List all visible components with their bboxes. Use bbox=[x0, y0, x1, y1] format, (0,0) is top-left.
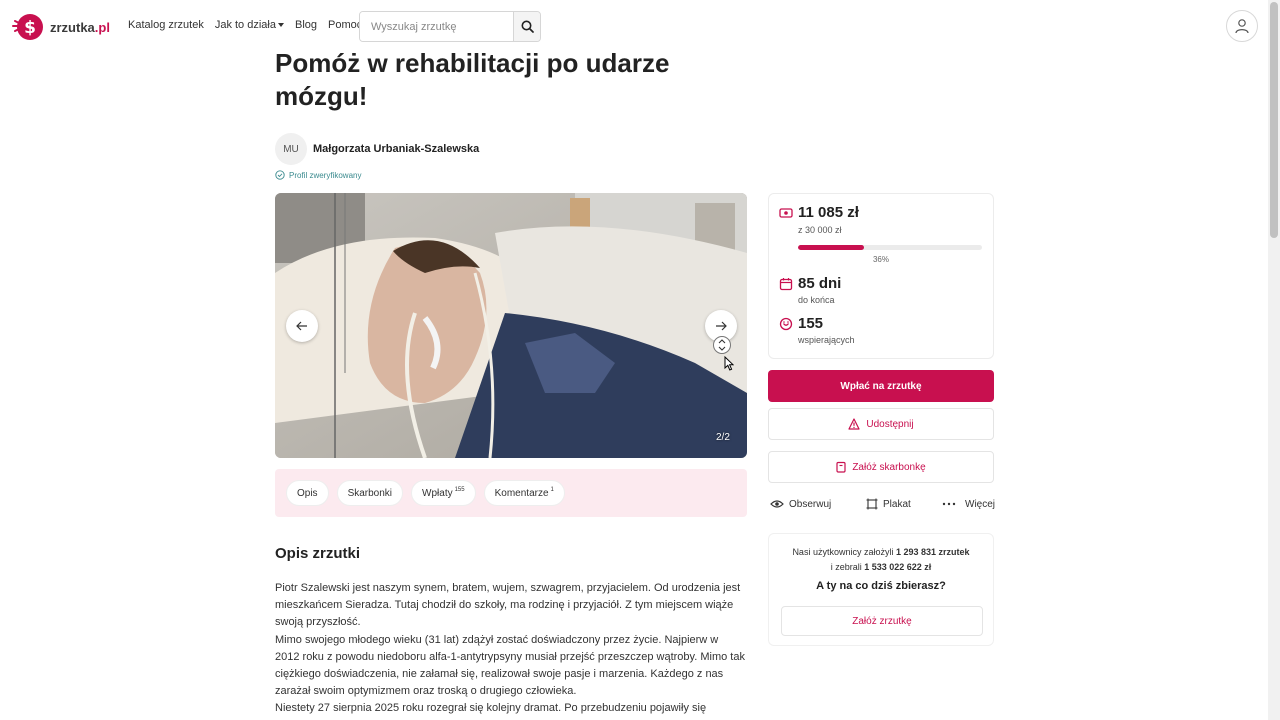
nav-help[interactable]: Pomoc bbox=[328, 19, 362, 31]
supporters-icon bbox=[779, 317, 793, 330]
supporters-label: wspierających bbox=[798, 335, 855, 345]
description-heading: Opis zrzutki bbox=[275, 545, 361, 562]
donate-button[interactable]: Wpłać na zrzutkę bbox=[768, 370, 994, 402]
check-circle-icon bbox=[275, 170, 285, 180]
follow-button[interactable]: Obserwuj bbox=[770, 498, 866, 510]
days-label: do końca bbox=[798, 295, 835, 305]
more-button[interactable]: Więcej bbox=[942, 498, 995, 510]
eye-icon bbox=[770, 500, 784, 508]
top-navbar: $ zrzutka.pl Katalog zrzutek Jak to dzia… bbox=[0, 0, 1268, 54]
search-icon bbox=[521, 20, 534, 33]
progress-bar bbox=[798, 245, 982, 250]
create-piggy-bank-button[interactable]: Załóż skarbonkę bbox=[768, 451, 994, 483]
logo-icon: $ bbox=[10, 12, 46, 42]
arrow-right-icon bbox=[716, 321, 727, 331]
secondary-actions: Obserwuj Plakat Więcej bbox=[770, 498, 996, 510]
mouse-cursor-icon bbox=[724, 355, 735, 376]
piggy-bank-icon bbox=[836, 461, 846, 473]
page: $ zrzutka.pl Katalog zrzutek Jak to dzia… bbox=[0, 0, 1280, 720]
nav-catalog[interactable]: Katalog zrzutek bbox=[128, 19, 204, 31]
promo-question: A ty na co dziś zbierasz? bbox=[816, 580, 946, 592]
description-paragraph: Piotr Szalewski jest naszym synem, brate… bbox=[275, 582, 741, 629]
search-box bbox=[359, 11, 541, 42]
nav-how-it-works[interactable]: Jak to działa bbox=[215, 19, 284, 31]
gallery-prev-button[interactable] bbox=[286, 310, 318, 342]
main-nav: Katalog zrzutek Jak to działa Blog Pomoc bbox=[128, 19, 373, 31]
progress-percent: 36% bbox=[872, 255, 889, 264]
logo-text: zrzutka.pl bbox=[50, 19, 110, 35]
logo[interactable]: $ zrzutka.pl bbox=[10, 12, 110, 42]
autoscroll-indicator bbox=[713, 336, 731, 354]
scrollbar-thumb[interactable] bbox=[1270, 2, 1278, 238]
campaign-title: Pomóż w rehabilitacji po udarze mózgu! bbox=[275, 48, 670, 111]
avatar: MU bbox=[275, 133, 307, 165]
author-info[interactable]: MU Małgorzata Urbaniak-Szalewska bbox=[275, 133, 479, 165]
money-icon bbox=[779, 207, 793, 218]
warning-share-icon bbox=[848, 418, 860, 430]
tab-description[interactable]: Opis bbox=[286, 480, 329, 506]
poster-icon bbox=[866, 498, 878, 510]
campaign-tabs: Opis Skarbonki Wpłaty 155 Komentarze 1 bbox=[275, 469, 747, 517]
description-paragraph: Mimo swojego młodego wieku (31 lat) zdąż… bbox=[275, 633, 745, 698]
verified-badge: Profil zweryfikowany bbox=[275, 170, 361, 180]
progress-fill bbox=[798, 245, 865, 250]
author-name: Małgorzata Urbaniak-Szalewska bbox=[313, 143, 480, 155]
days-row: 85 dni bbox=[779, 275, 841, 292]
nav-blog[interactable]: Blog bbox=[295, 19, 317, 31]
tab-piggy-banks[interactable]: Skarbonki bbox=[336, 480, 404, 506]
svg-text:$: $ bbox=[24, 18, 36, 38]
chevron-down-icon bbox=[277, 23, 284, 27]
goal-amount: z 30 000 zł bbox=[798, 225, 842, 235]
gallery-counter: 2/2 bbox=[716, 432, 730, 443]
raised-row: 11 085 zł bbox=[779, 204, 859, 221]
more-dots-icon bbox=[942, 502, 956, 506]
search-input[interactable] bbox=[360, 12, 513, 41]
create-campaign-button[interactable]: Załóż zrzutkę bbox=[781, 606, 983, 636]
user-icon bbox=[1235, 19, 1249, 34]
supporters-count: 155 bbox=[798, 315, 824, 332]
campaign-photo bbox=[275, 193, 747, 458]
days-left: 85 dni bbox=[798, 275, 842, 292]
description-body: Piotr Szalewski jest naszym synem, brate… bbox=[275, 580, 745, 718]
supporters-row: 155 bbox=[779, 315, 823, 332]
funding-stats-card: 11 085 zł z 30 000 zł 36% 85 dni do końc… bbox=[768, 193, 994, 359]
page-scrollbar[interactable] bbox=[1268, 0, 1280, 720]
share-button[interactable]: Udostępnij bbox=[768, 408, 994, 440]
photo-gallery[interactable]: 2/2 bbox=[275, 193, 747, 458]
arrow-left-icon bbox=[296, 321, 307, 331]
payments-count: 155 bbox=[454, 487, 465, 493]
poster-button[interactable]: Plakat bbox=[866, 498, 942, 510]
platform-stats-text: Nasi użytkownicy założyli 1 293 831 zrzu… bbox=[792, 547, 970, 572]
scroll-updown-icon bbox=[718, 339, 726, 351]
tab-payments[interactable]: Wpłaty 155 bbox=[411, 480, 476, 506]
raised-amount: 11 085 zł bbox=[798, 204, 859, 221]
calendar-icon bbox=[779, 277, 793, 290]
tab-comments[interactable]: Komentarze 1 bbox=[483, 480, 565, 506]
create-campaign-promo: Nasi użytkownicy założyli 1 293 831 zrzu… bbox=[768, 533, 994, 646]
comments-count: 1 bbox=[550, 487, 554, 493]
description-paragraph: Niestety 27 sierpnia 2025 roku rozegrał … bbox=[275, 702, 707, 715]
search-button[interactable] bbox=[513, 12, 540, 41]
user-account-button[interactable] bbox=[1226, 10, 1258, 42]
